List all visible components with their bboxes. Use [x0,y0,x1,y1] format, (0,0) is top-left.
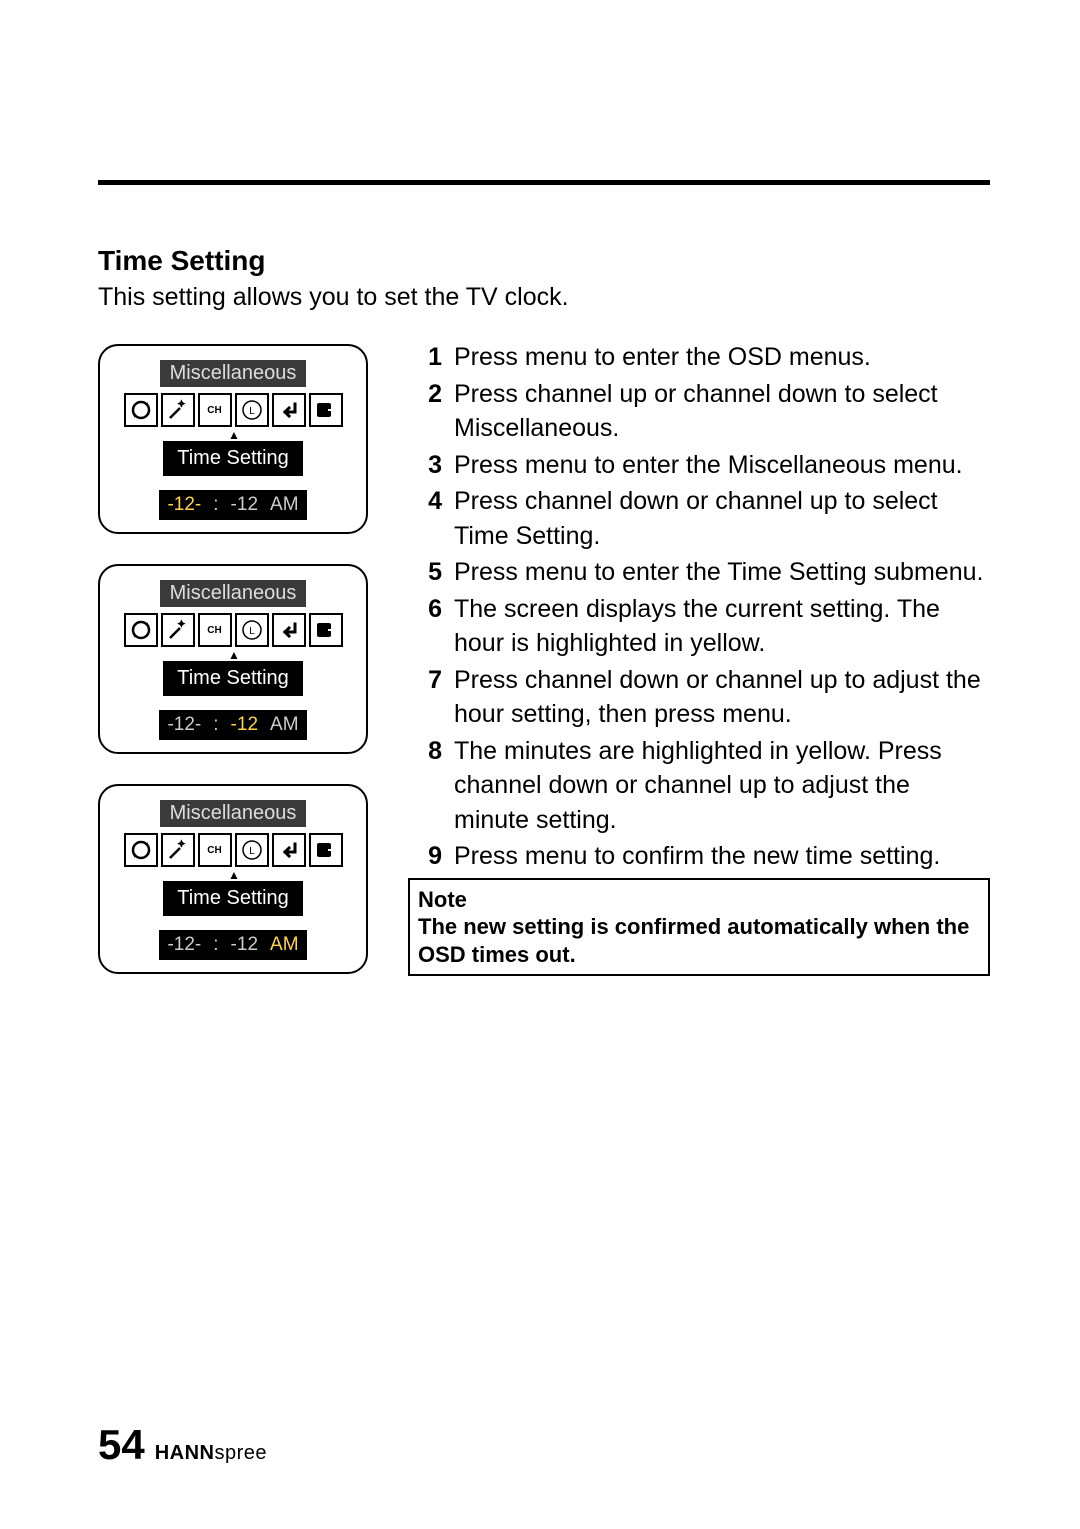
page-footer: 54 HANNspree [98,1421,267,1469]
step-item: 3 Press menu to enter the Miscellaneous m… [408,448,990,483]
rotate-icon [124,393,158,427]
step-number: 1 [408,340,442,375]
exit-screen-icon [309,833,343,867]
selection-pointer: ▲ [112,871,354,879]
step-text: Press channel down or channel up to adju… [454,663,990,732]
step-item: 5 Press menu to enter the Time Setting su… [408,555,990,590]
step-text: Press menu to enter the OSD menus. [454,340,990,375]
step-number: 4 [408,484,442,553]
osd-card-minute: Miscellaneous CH L ▲ Time Setting -12- :… [98,564,368,754]
step-item: 8The minutes are highlighted in yellow. … [408,734,990,838]
step-number: 7 [408,663,442,732]
osd-column: Miscellaneous CH L ▲ Time Setting -12- :… [98,340,368,974]
time-min: -12 [225,932,264,958]
time-min: -12 [225,712,264,738]
exit-screen-icon [309,613,343,647]
enter-arrow-icon [272,393,306,427]
osd-subtitle: Time Setting [163,661,303,696]
brand-logo: HANNspree [155,1442,267,1465]
step-item: 9 Press menu to confirm the new time sett… [408,839,990,874]
time-ampm: AM [264,492,305,518]
step-number: 2 [408,377,442,446]
time-display: -12- : -12 AM [159,490,306,520]
time-colon: : [207,492,224,518]
osd-subtitle: Time Setting [163,881,303,916]
note-text: The new setting is confirmed automatical… [418,913,980,968]
note-label: Note [418,886,980,914]
enter-arrow-icon [272,613,306,647]
time-ampm: AM [264,932,305,958]
osd-title: Miscellaneous [160,800,307,827]
ch-icon: CH [198,613,232,647]
step-text: Press menu to enter the Miscellaneous me… [454,448,990,483]
osd-subtitle: Time Setting [163,441,303,476]
intro-text: This setting allows you to set the TV cl… [98,283,990,312]
time-display: -12- : -12 AM [159,710,306,740]
step-number: 5 [408,555,442,590]
step-text: Press channel down or channel up to sele… [454,484,990,553]
enter-arrow-icon [272,833,306,867]
ch-icon: CH [198,833,232,867]
time-colon: : [207,932,224,958]
note-box: Note The new setting is confirmed automa… [408,878,990,977]
step-number: 6 [408,592,442,661]
step-item: 7Press channel down or channel up to adj… [408,663,990,732]
step-item: 4Press channel down or channel up to sel… [408,484,990,553]
time-colon: : [207,712,224,738]
osd-card-ampm: Miscellaneous CH L ▲ Time Setting -12- :… [98,784,368,974]
step-text: The minutes are highlighted in yellow. P… [454,734,990,838]
osd-title: Miscellaneous [160,580,307,607]
step-number: 9 [408,839,442,874]
svg-text:L: L [249,406,255,417]
step-item: 6The screen displays the current setting… [408,592,990,661]
exit-screen-icon [309,393,343,427]
wand-star-icon [161,613,195,647]
step-item: 2Press channel up or channel down to sel… [408,377,990,446]
osd-card-hour: Miscellaneous CH L ▲ Time Setting -12- :… [98,344,368,534]
step-text: Press channel up or channel down to sele… [454,377,990,446]
time-display: -12- : -12 AM [159,930,306,960]
osd-icon-row: CH L [112,613,354,647]
step-text: Press menu to enter the Time Setting sub… [454,555,990,590]
osd-title: Miscellaneous [160,360,307,387]
horizontal-rule [98,180,990,185]
step-text: Press menu to confirm the new time setti… [454,839,990,874]
osd-icon-row: CH L [112,393,354,427]
step-item: 1 Press menu to enter the OSD menus. [408,340,990,375]
clock-l-icon: L [235,613,269,647]
time-hour: -12- [161,712,207,738]
clock-l-icon: L [235,393,269,427]
time-ampm: AM [264,712,305,738]
svg-text:L: L [249,626,255,637]
selection-pointer: ▲ [112,651,354,659]
wand-star-icon [161,833,195,867]
section-heading: Time Setting [98,245,990,277]
step-text: The screen displays the current setting.… [454,592,990,661]
selection-pointer: ▲ [112,431,354,439]
page-content: Time Setting This setting allows you to … [0,0,1080,976]
page-number: 54 [98,1421,145,1469]
step-number: 8 [408,734,442,838]
time-hour: -12- [161,932,207,958]
rotate-icon [124,833,158,867]
wand-star-icon [161,393,195,427]
rotate-icon [124,613,158,647]
time-hour: -12- [161,492,207,518]
clock-l-icon: L [235,833,269,867]
step-number: 3 [408,448,442,483]
osd-icon-row: CH L [112,833,354,867]
time-min: -12 [225,492,264,518]
svg-text:L: L [249,846,255,857]
content-row: Miscellaneous CH L ▲ Time Setting -12- :… [98,340,990,976]
steps-column: 1Press menu to enter the OSD menus. 2Pre… [408,340,990,976]
ch-icon: CH [198,393,232,427]
